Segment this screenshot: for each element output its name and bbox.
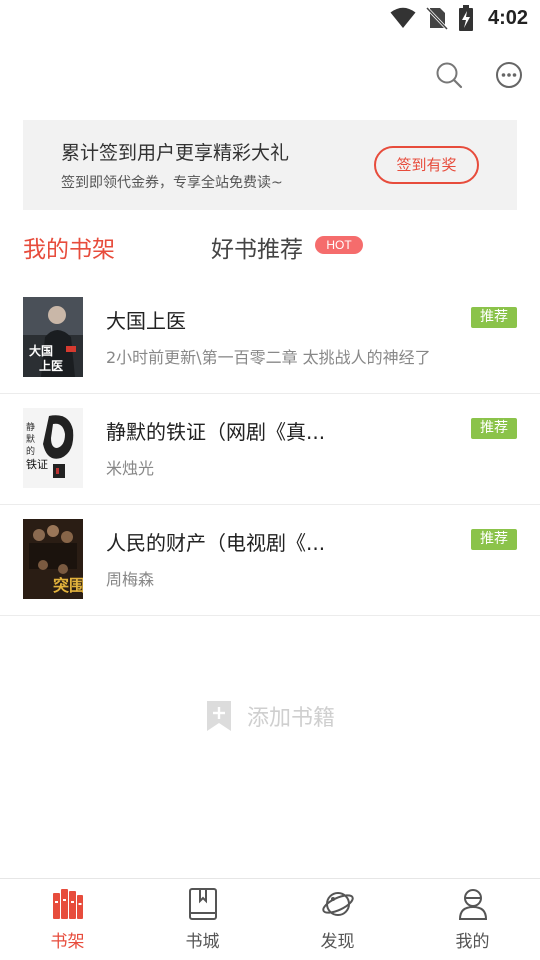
bookstore-icon [188,888,217,920]
book-author: 米烛光 [106,459,155,478]
no-sim-icon [425,6,448,30]
discover-planet-icon [321,892,354,916]
svg-text:上医: 上医 [39,358,63,373]
nav-bookstore[interactable]: 书城 [135,879,270,960]
tab-my-shelf[interactable]: 我的书架 [23,230,115,264]
add-book-label: 添加书籍 [246,706,335,731]
nav-profile[interactable]: 我的 [405,879,540,960]
profile-icon [458,889,487,920]
svg-text:的: 的 [26,445,35,457]
recommend-badge: 推荐 [471,307,517,328]
nav-discover[interactable]: 发现 [270,879,405,960]
signin-banner[interactable]: 累计签到用户更享精彩大礼 签到即领代金券，专享全站免费读~ 签到有奖 [23,120,517,210]
status-icons: 4:02 [390,4,528,32]
book-cover: 突围 [23,519,83,599]
nav-label-profile: 我的 [455,932,490,952]
book-item[interactable]: 静 默 的 铁证 静默的铁证（网剧《真... 米烛光 推荐 [0,394,540,505]
search-icon[interactable] [434,60,464,90]
hot-badge: HOT [315,236,363,254]
status-bar: 4:02 [0,0,540,36]
bookshelf-icon [52,889,83,919]
battery-charging-icon [458,5,473,31]
recommend-badge: 推荐 [471,529,517,550]
add-bookmark-icon [206,701,231,731]
bottom-nav: 书架 书城 发现 我的 [0,878,540,960]
book-title: 大国上医 [106,309,186,333]
book-update-info: 2小时前更新\第一百零二章 太挑战人的神经了 [106,348,431,367]
nav-bookshelf[interactable]: 书架 [0,879,135,960]
banner-subtitle: 签到即领代金券，专享全站免费读~ [61,175,283,191]
book-cover: 静 默 的 铁证 [23,408,83,488]
book-item[interactable]: 突围 人民的财产（电视剧《... 周梅森 推荐 [0,505,540,616]
signin-reward-button[interactable]: 签到有奖 [374,146,479,184]
top-actions [434,60,524,90]
nav-label-bookshelf: 书架 [50,932,85,952]
more-icon[interactable] [494,60,524,90]
add-book-button[interactable]: 添加书籍 [0,698,540,734]
tab-recommend[interactable]: 好书推荐 [211,230,303,264]
svg-text:铁证: 铁证 [26,458,48,471]
book-author: 周梅森 [106,570,155,589]
nav-label-bookstore: 书城 [185,932,220,952]
banner-title: 累计签到用户更享精彩大礼 [61,142,290,164]
cover-title-text: 大国 [29,343,53,358]
book-list: 大国 上医 大国上医 2小时前更新\第一百零二章 太挑战人的神经了 推荐 静 默… [0,283,540,616]
recommend-badge: 推荐 [471,418,517,439]
book-item[interactable]: 大国 上医 大国上医 2小时前更新\第一百零二章 太挑战人的神经了 推荐 [0,283,540,394]
wifi-icon [390,7,416,28]
book-cover: 大国 上医 [23,297,83,377]
status-time: 4:02 [487,6,528,29]
svg-text:默: 默 [26,434,35,445]
shelf-tabs: 我的书架 好书推荐 HOT [23,228,517,268]
nav-label-discover: 发现 [320,932,355,952]
svg-text:突围: 突围 [53,576,83,595]
book-title: 人民的财产（电视剧《... [106,531,326,555]
svg-text:静: 静 [26,421,35,433]
book-title: 静默的铁证（网剧《真... [106,420,326,444]
